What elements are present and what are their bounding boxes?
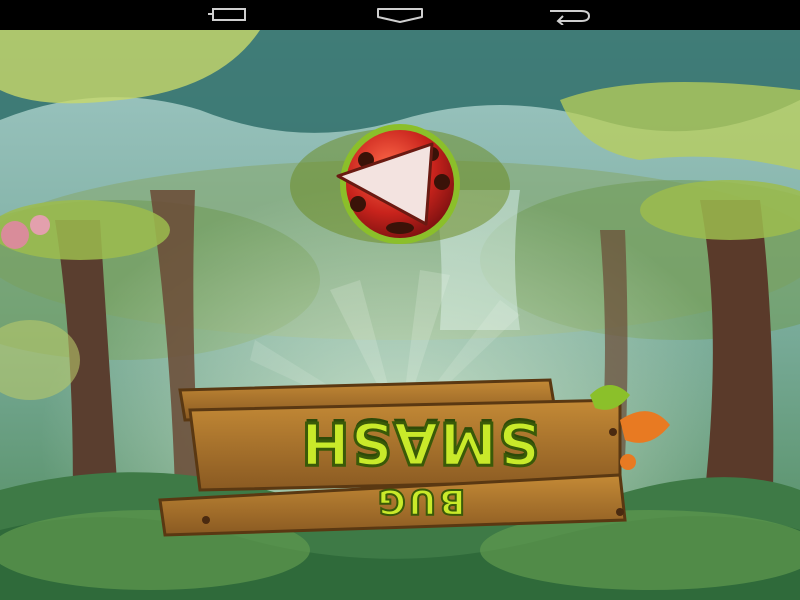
forest-scene: SMASH BUG: [0, 30, 800, 600]
home-icon: [377, 8, 423, 23]
ladybug-play-button: [290, 124, 510, 244]
back-button[interactable]: [545, 3, 595, 27]
back-icon: [550, 10, 591, 25]
recent-apps-button[interactable]: [203, 3, 253, 27]
game-screen: SMASH BUG: [0, 0, 800, 600]
wooden-sign: [158, 378, 670, 537]
home-button[interactable]: [375, 3, 425, 27]
bug-smash-logo: SMASH BUG: [150, 370, 690, 550]
play-button[interactable]: [286, 124, 514, 244]
system-navigation-bar: [0, 0, 800, 30]
recent-apps-icon: [208, 8, 246, 21]
